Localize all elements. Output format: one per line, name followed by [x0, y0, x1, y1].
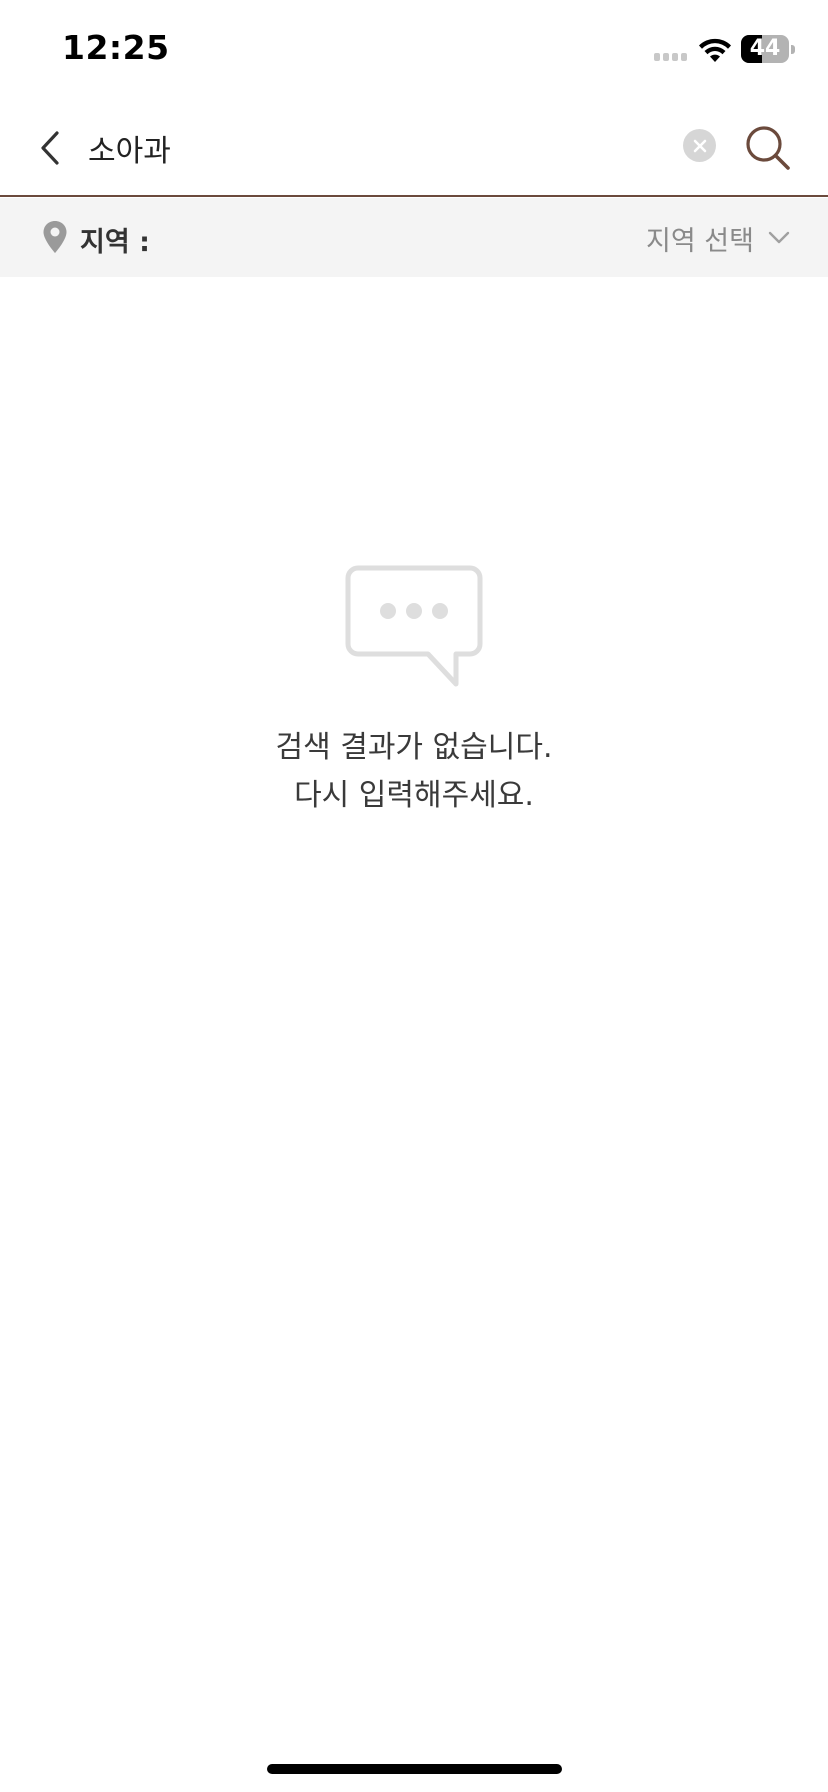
- battery-icon: 44: [741, 35, 789, 63]
- battery-tip: [791, 45, 795, 54]
- battery-level: 44: [749, 36, 781, 61]
- region-select-dropdown[interactable]: 지역 선택: [646, 216, 790, 260]
- home-indicator[interactable]: [267, 1764, 562, 1774]
- location-pin-icon: [43, 221, 67, 253]
- wifi-icon: [699, 38, 731, 62]
- chevron-down-icon: [768, 231, 790, 244]
- search-input[interactable]: [88, 118, 668, 178]
- chevron-left-icon: [41, 131, 59, 165]
- cellular-signal-icon: [654, 53, 687, 61]
- speech-bubble-icon: [345, 565, 483, 687]
- empty-state: 검색 결과가 없습니다. 다시 입력해주세요.: [0, 560, 828, 820]
- region-select-text: 지역 선택: [646, 225, 754, 257]
- empty-message-line1: 검색 결과가 없습니다.: [275, 730, 553, 765]
- clear-button[interactable]: [683, 129, 716, 162]
- status-bar: 12:25 44: [0, 0, 828, 100]
- search-button[interactable]: [740, 120, 796, 176]
- empty-message-line2: 다시 입력해주세요.: [294, 778, 534, 813]
- magnifier-icon: [746, 126, 790, 170]
- clear-circle-icon: [693, 139, 706, 152]
- search-header: [0, 100, 828, 197]
- region-filter-bar: 지역 : 지역 선택: [0, 198, 828, 277]
- back-button[interactable]: [22, 120, 78, 176]
- region-label: 지역 :: [80, 227, 150, 258]
- status-time: 12:25: [62, 28, 170, 67]
